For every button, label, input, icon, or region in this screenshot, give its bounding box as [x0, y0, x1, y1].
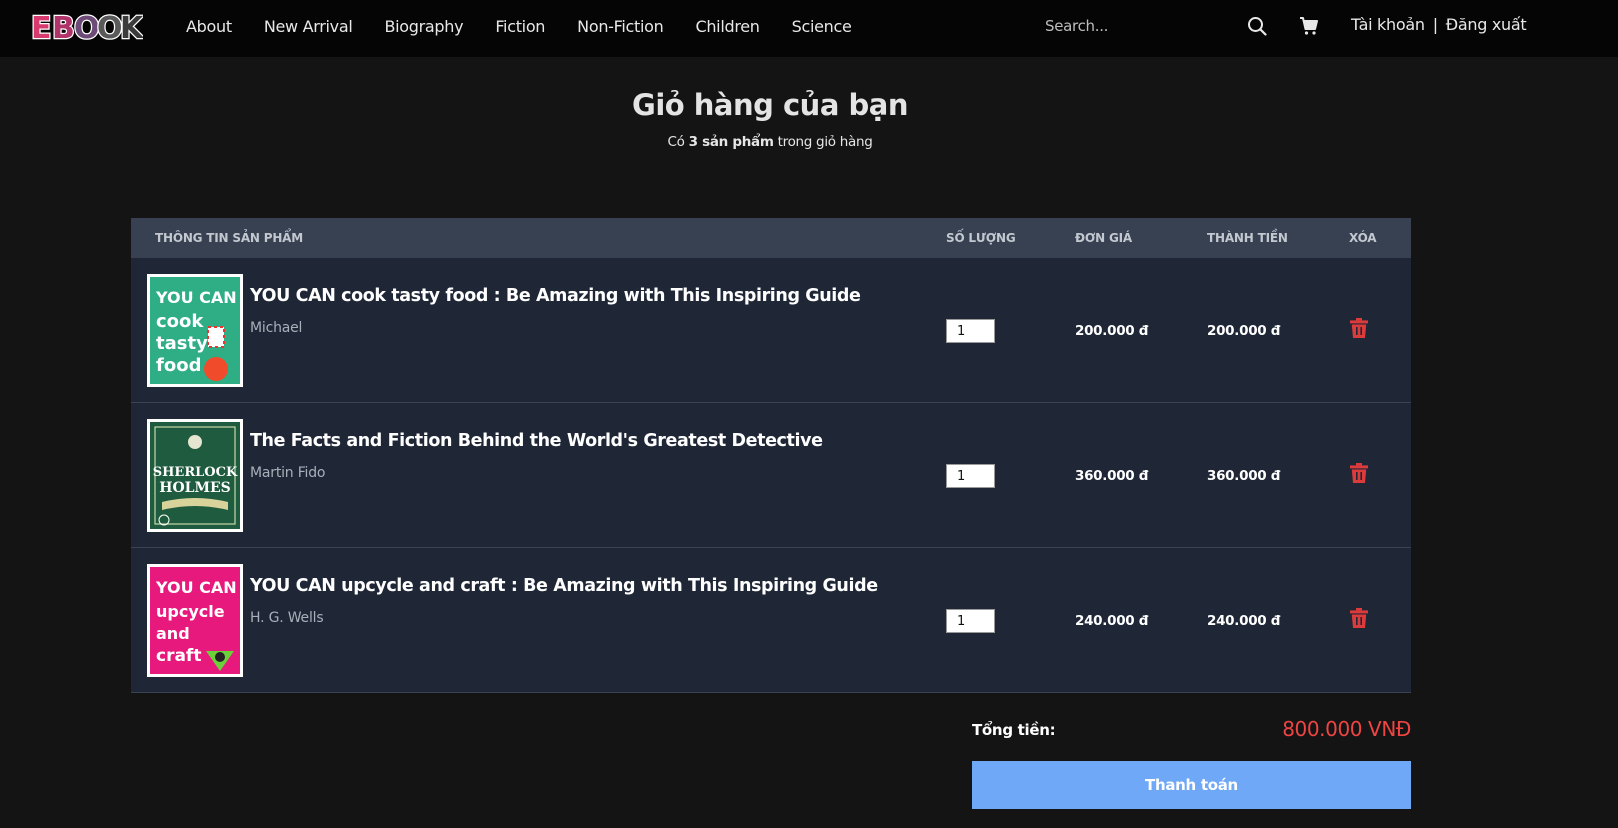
cart-item-row: SHERLOCK HOLMES The Facts and Fiction Be…: [131, 403, 1411, 548]
header-quantity: SỐ LƯỢNG: [946, 231, 1016, 245]
svg-text:O: O: [97, 11, 123, 43]
total-amount: 800.000 VNĐ: [1282, 717, 1411, 741]
product-author: Martin Fido: [250, 465, 326, 481]
checkout-button[interactable]: Thanh toán: [972, 761, 1411, 809]
unit-price: 240.000 đ: [1075, 613, 1149, 629]
subtitle-prefix: Có: [667, 134, 685, 150]
subtotal-price: 360.000 đ: [1207, 468, 1281, 484]
svg-text:upcycle: upcycle: [156, 602, 225, 621]
product-title[interactable]: YOU CAN upcycle and craft : Be Amazing w…: [250, 576, 878, 596]
svg-text:YOU CAN: YOU CAN: [155, 578, 237, 597]
subtotal-price: 240.000 đ: [1207, 613, 1281, 629]
subtotal-price: 200.000 đ: [1207, 323, 1281, 339]
item-count: 3 sản phẩm: [688, 134, 774, 150]
nav-link-science[interactable]: Science: [792, 17, 852, 36]
svg-text:K: K: [120, 11, 143, 43]
svg-text:YOU CAN: YOU CAN: [155, 288, 237, 307]
svg-text:cook: cook: [156, 311, 204, 332]
product-author: H. G. Wells: [250, 610, 324, 626]
cart-count-text: Có 3 sản phẩm trong giỏ hàng: [0, 134, 1540, 150]
cart-icon[interactable]: [1298, 14, 1320, 38]
svg-text:craft: craft: [156, 646, 201, 666]
svg-text:HOLMES: HOLMES: [159, 480, 231, 496]
subtitle-suffix: trong giỏ hàng: [777, 134, 873, 150]
product-author: Michael: [250, 320, 303, 336]
svg-text:O: O: [74, 11, 100, 43]
quantity-input[interactable]: [946, 609, 995, 633]
delete-trash-icon[interactable]: [1350, 318, 1370, 340]
delete-trash-icon[interactable]: [1350, 608, 1370, 630]
total-label: Tổng tiền:: [972, 721, 1056, 739]
book-cover-image[interactable]: YOU CAN upcycle and craft: [147, 564, 243, 677]
header-subtotal: THÀNH TIỀN: [1207, 231, 1288, 245]
quantity-input[interactable]: [946, 319, 995, 343]
book-cover-image[interactable]: YOU CAN cook tasty food: [147, 274, 243, 387]
top-navbar: E B O O K About New Arrival Biography Fi…: [0, 0, 1618, 57]
unit-price: 360.000 đ: [1075, 468, 1149, 484]
unit-price: 200.000 đ: [1075, 323, 1149, 339]
header-delete: XÓA: [1349, 231, 1377, 245]
nav-link-children[interactable]: Children: [695, 17, 759, 36]
search-icon[interactable]: [1246, 14, 1268, 38]
nav-link-about[interactable]: About: [186, 17, 232, 36]
table-header: THÔNG TIN SẢN PHẨM SỐ LƯỢNG ĐƠN GIÁ THÀN…: [131, 218, 1411, 258]
svg-text:tasty: tasty: [156, 333, 208, 354]
book-cover-image[interactable]: SHERLOCK HOLMES: [147, 419, 243, 532]
nav-link-non-fiction[interactable]: Non-Fiction: [577, 17, 664, 36]
nav-link-new-arrival[interactable]: New Arrival: [264, 17, 353, 36]
header-product: THÔNG TIN SẢN PHẨM: [155, 231, 303, 245]
account-links: Tài khoản | Đăng xuất: [1351, 15, 1527, 34]
account-link[interactable]: Tài khoản: [1351, 15, 1425, 34]
page-title: Giỏ hàng của bạn: [632, 88, 908, 122]
product-title[interactable]: The Facts and Fiction Behind the World's…: [250, 431, 823, 451]
cart-table: THÔNG TIN SẢN PHẨM SỐ LƯỢNG ĐƠN GIÁ THÀN…: [131, 218, 1411, 693]
nav-link-fiction[interactable]: Fiction: [495, 17, 545, 36]
nav-link-biography[interactable]: Biography: [384, 17, 463, 36]
svg-text:and: and: [156, 624, 190, 643]
cart-item-row: YOU CAN upcycle and craft YOU CAN upcycl…: [131, 548, 1411, 693]
logout-link[interactable]: Đăng xuất: [1446, 15, 1527, 34]
account-separator: |: [1432, 15, 1438, 34]
delete-trash-icon[interactable]: [1350, 463, 1370, 485]
svg-text:E: E: [31, 11, 52, 43]
quantity-input[interactable]: [946, 464, 995, 488]
cart-item-row: YOU CAN cook tasty food YOU CAN cook tas…: [131, 258, 1411, 403]
svg-text:food: food: [156, 355, 201, 376]
main-menu: About New Arrival Biography Fiction Non-…: [186, 0, 852, 52]
svg-text:B: B: [52, 11, 75, 43]
svg-text:SHERLOCK: SHERLOCK: [153, 465, 238, 480]
product-title[interactable]: YOU CAN cook tasty food : Be Amazing wit…: [250, 286, 861, 306]
ebook-logo[interactable]: E B O O K: [30, 9, 147, 48]
search-input[interactable]: [1045, 14, 1235, 38]
header-unit-price: ĐƠN GIÁ: [1075, 231, 1132, 245]
